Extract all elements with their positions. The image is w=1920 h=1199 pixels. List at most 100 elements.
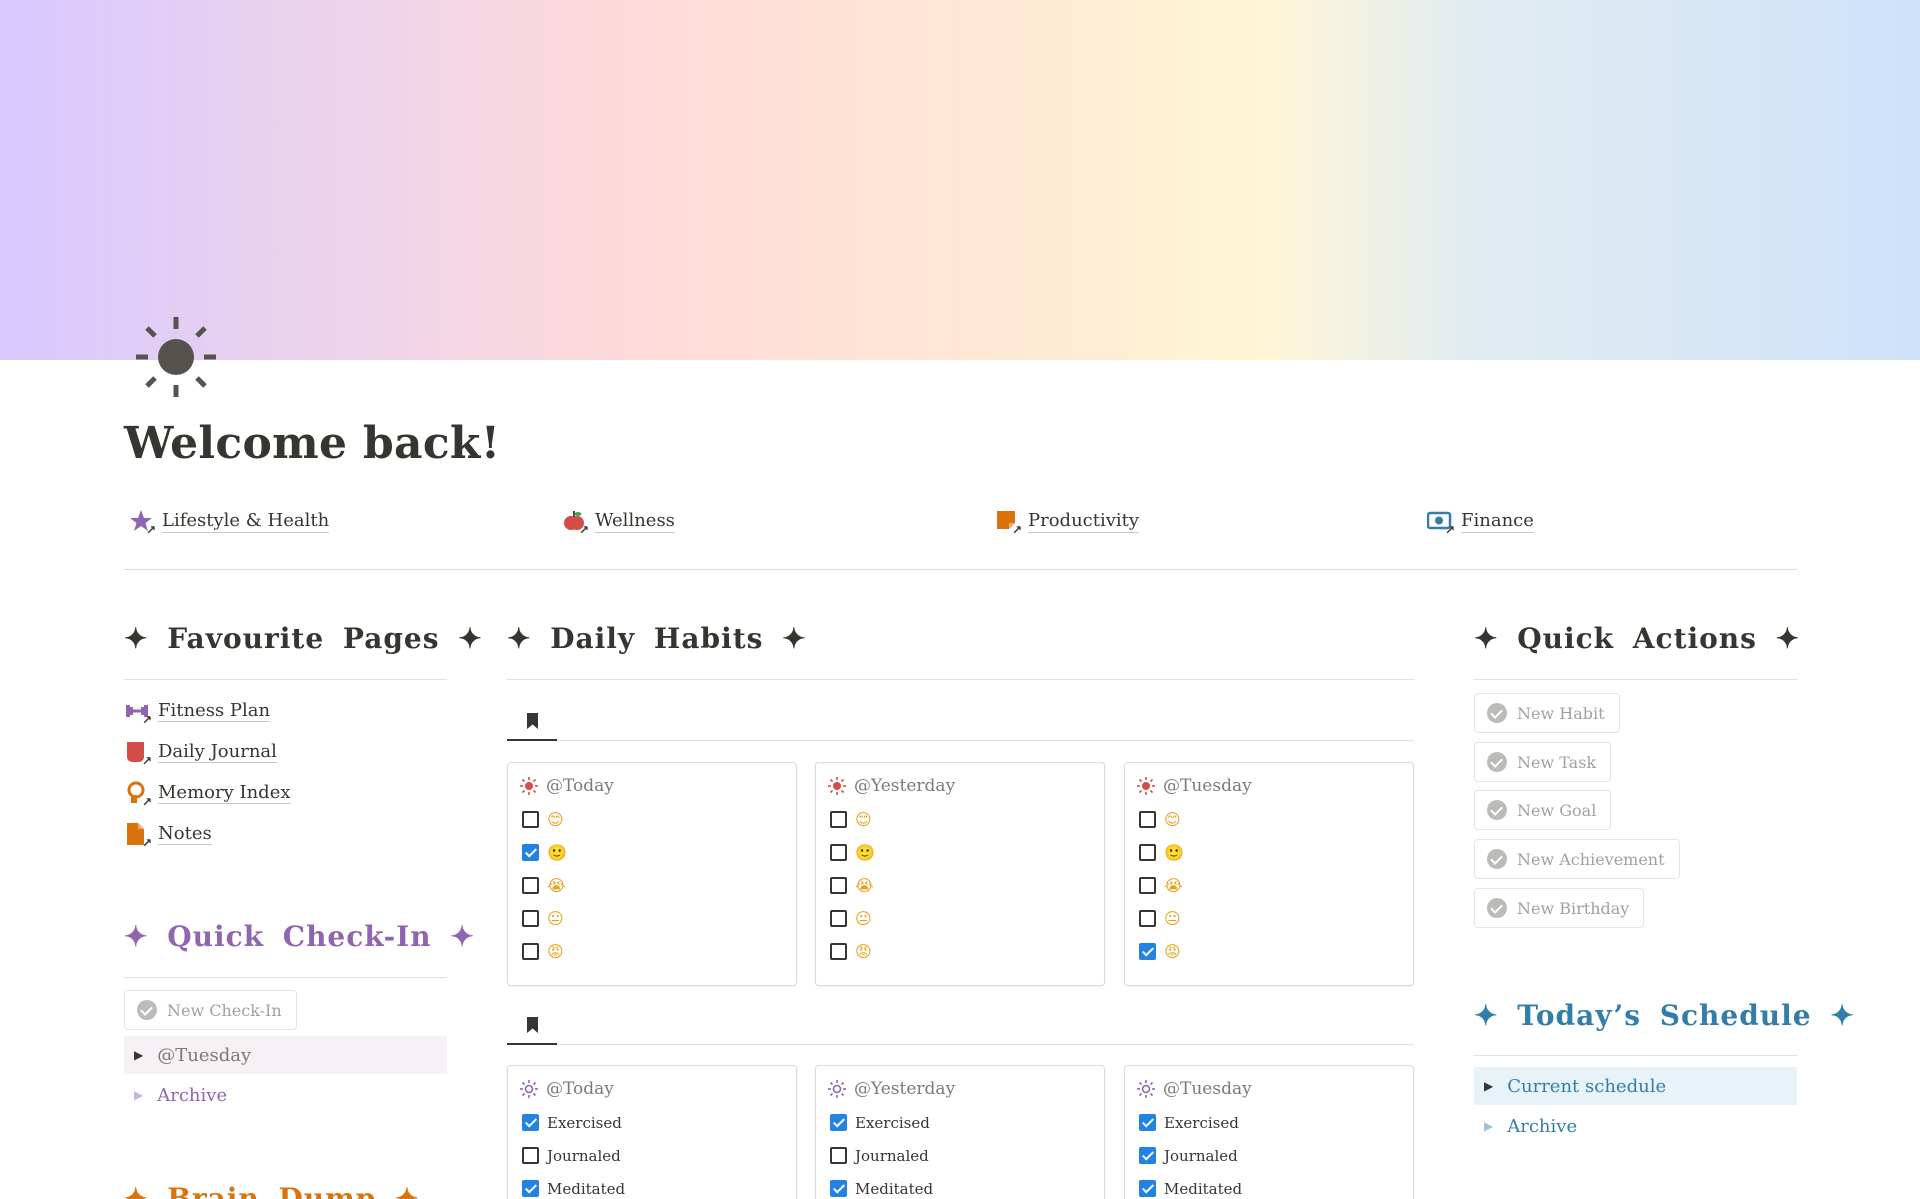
schedule-archive-toggle[interactable]: ▶ Archive <box>1474 1107 1577 1145</box>
mood-emoji: 😊 <box>1164 809 1181 829</box>
habit-row: Meditated <box>816 1172 1104 1199</box>
mood-emoji: 🙂 <box>855 842 875 862</box>
habit-row: Meditated <box>508 1172 796 1199</box>
check-in-archive-toggle[interactable]: ▶ Archive <box>124 1076 227 1114</box>
mood-emoji: 😐 <box>1164 908 1181 928</box>
checkbox[interactable] <box>1139 943 1156 960</box>
fav-daily-journal[interactable]: ↗ Daily Journal <box>124 731 446 772</box>
section-divider <box>124 679 447 680</box>
link-finance[interactable]: ↗ Finance <box>1426 508 1534 536</box>
section-divider <box>507 679 1414 680</box>
habit-row: Exercised <box>508 1106 796 1139</box>
checkbox[interactable] <box>1139 1147 1156 1164</box>
check-in-toggle[interactable]: ▶ @Tuesday <box>124 1036 447 1074</box>
mood-card-yesterday[interactable]: @Yesterday 😊 🙂 😭 😐 😡 <box>815 762 1105 986</box>
new-goal-button[interactable]: New Goal <box>1474 790 1612 830</box>
checkbox[interactable] <box>1139 1180 1156 1197</box>
checkbox[interactable] <box>830 844 847 861</box>
checkbox[interactable] <box>522 943 539 960</box>
dumbbell-link-icon: ↗ <box>124 698 152 726</box>
habit-row: Journaled <box>1125 1139 1413 1172</box>
fav-fitness-plan[interactable]: ↗ Fitness Plan <box>124 690 446 731</box>
checkbox[interactable] <box>522 910 539 927</box>
mood-emoji: 😭 <box>855 875 874 895</box>
card-date: @Tuesday <box>1163 1079 1252 1099</box>
sun-red-icon <box>520 777 538 795</box>
mood-row: 😊 <box>816 803 1104 836</box>
mood-row: 😐 <box>508 902 796 935</box>
fav-notes[interactable]: ↗ Notes <box>124 813 446 854</box>
habit-card-today[interactable]: @Today Exercised Journaled Meditated <box>507 1065 797 1199</box>
gallery-view-tab[interactable] <box>507 1007 557 1045</box>
sun-purple-icon <box>520 1080 538 1098</box>
bookmark-icon <box>526 713 538 729</box>
card-date: @Today <box>546 776 614 796</box>
quick-check-in-heading: ✦ Quick Check-In ✦ <box>124 920 475 953</box>
mood-emoji: 😡 <box>855 941 872 961</box>
habit-card-tuesday[interactable]: @Tuesday Exercised Journaled Meditated <box>1124 1065 1414 1199</box>
gallery-view-tab[interactable] <box>507 703 557 741</box>
checkbox[interactable] <box>522 1180 539 1197</box>
habit-view-tabs <box>507 1007 1414 1045</box>
checkbox[interactable] <box>830 943 847 960</box>
link-lifestyle-health[interactable]: ↗ Lifestyle & Health <box>128 508 330 536</box>
mood-emoji: 😊 <box>547 809 564 829</box>
mood-emoji: 😡 <box>547 941 564 961</box>
mood-row: 😭 <box>508 869 796 902</box>
new-achievement-button[interactable]: New Achievement <box>1474 839 1680 879</box>
checkbox[interactable] <box>522 1114 539 1131</box>
mood-row: 😭 <box>816 869 1104 902</box>
checkbox[interactable] <box>1139 844 1156 861</box>
mood-row: 😐 <box>1125 902 1413 935</box>
mood-emoji: 😭 <box>547 875 566 895</box>
new-habit-button[interactable]: New Habit <box>1474 693 1620 733</box>
checkbox[interactable] <box>830 811 847 828</box>
check-circle-icon <box>1487 898 1507 918</box>
note-link-icon: ↗ <box>124 821 152 849</box>
checkbox[interactable] <box>1139 877 1156 894</box>
check-circle-icon <box>1487 703 1507 723</box>
link-productivity[interactable]: ↗ Productivity <box>994 508 1140 536</box>
new-check-in-button[interactable]: New Check-In <box>124 990 297 1030</box>
checkbox[interactable] <box>830 1114 847 1131</box>
favourite-pages-heading: ✦ Favourite Pages ✦ <box>124 622 483 655</box>
brain-dump-heading: ✦ Brain Dump ✦ <box>124 1182 420 1199</box>
section-divider <box>1474 679 1797 680</box>
new-birthday-button[interactable]: New Birthday <box>1474 888 1645 928</box>
triangle-right-icon: ▶ <box>1484 1119 1494 1133</box>
checkbox[interactable] <box>830 877 847 894</box>
habit-row: Exercised <box>1125 1106 1413 1139</box>
card-date: @Yesterday <box>854 1079 956 1099</box>
checkbox[interactable] <box>522 1147 539 1164</box>
link-wellness[interactable]: ↗ Wellness <box>561 508 675 536</box>
sun-red-icon <box>828 777 846 795</box>
checkbox[interactable] <box>830 910 847 927</box>
checkbox[interactable] <box>522 877 539 894</box>
check-circle-icon <box>1487 800 1507 820</box>
checkbox[interactable] <box>1139 811 1156 828</box>
new-task-button[interactable]: New Task <box>1474 742 1612 782</box>
habit-card-yesterday[interactable]: @Yesterday Exercised Journaled Meditated <box>815 1065 1105 1199</box>
current-schedule-toggle[interactable]: ▶ Current schedule <box>1474 1067 1797 1105</box>
mood-card-tuesday[interactable]: @Tuesday 😊 🙂 😭 😐 😡 <box>1124 762 1414 986</box>
checkbox[interactable] <box>1139 910 1156 927</box>
checkbox[interactable] <box>522 811 539 828</box>
category-links: ↗ Lifestyle & Health ↗ Wellness ↗ Produc… <box>124 508 1797 542</box>
daily-habits-heading: ✦ Daily Habits ✦ <box>507 622 807 655</box>
cover-image <box>0 0 1920 360</box>
checkbox[interactable] <box>522 844 539 861</box>
checkbox[interactable] <box>830 1147 847 1164</box>
mood-card-today[interactable]: @Today 😊 🙂 😭 😐 😡 <box>507 762 797 986</box>
mood-emoji: 🙂 <box>547 842 567 862</box>
check-circle-icon <box>137 1000 157 1020</box>
mood-row: 😡 <box>508 935 796 968</box>
section-divider <box>124 977 447 978</box>
mood-emoji: 🙂 <box>1164 842 1184 862</box>
mood-row: 😐 <box>816 902 1104 935</box>
fav-memory-index[interactable]: ↗ Memory Index <box>124 772 446 813</box>
mood-row: 😡 <box>1125 935 1413 968</box>
check-circle-icon <box>1487 752 1507 772</box>
checkbox[interactable] <box>830 1180 847 1197</box>
mood-emoji: 😭 <box>1164 875 1183 895</box>
checkbox[interactable] <box>1139 1114 1156 1131</box>
